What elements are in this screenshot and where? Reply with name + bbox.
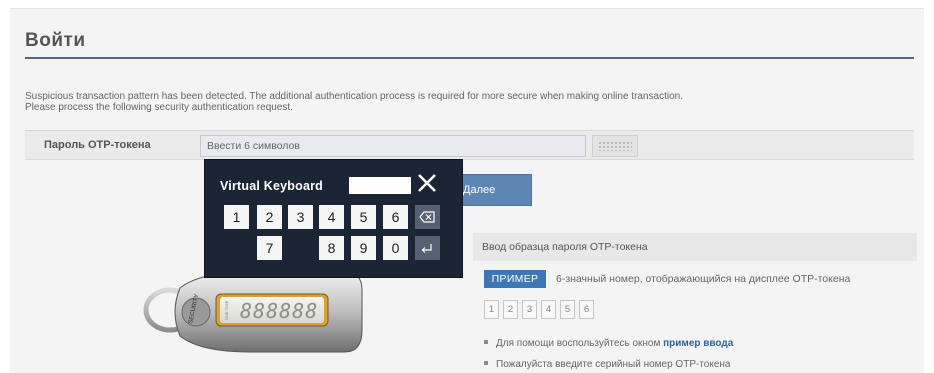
key-7[interactable]: 7 [257, 236, 282, 260]
key-6[interactable]: 6 [383, 205, 408, 229]
key-4[interactable]: 4 [319, 205, 344, 229]
key-1[interactable]: 1 [224, 205, 249, 229]
example-badge: ПРИМЕР [484, 270, 546, 288]
title-divider [25, 57, 914, 59]
example-input-link[interactable]: пример ввода [663, 338, 733, 349]
token-display-digits: 888888 [240, 299, 318, 323]
help-bullet-text: Для помощи воспользуйтесь окном [496, 338, 664, 349]
otp-row: Пароль OTP-токена Ввести 6 символов [25, 130, 914, 160]
virtual-keyboard-display [349, 177, 411, 194]
key-9[interactable]: 9 [351, 236, 376, 260]
example-digit: 1 [484, 300, 499, 319]
next-button[interactable]: Далее [456, 174, 532, 206]
enter-icon [421, 244, 432, 253]
otp-token-illustration: SECURITY ONE TIME 888888 [143, 271, 363, 353]
example-description: 6-значный номер, отображающийся на диспл… [556, 273, 851, 285]
virtual-keyboard-button[interactable] [592, 135, 638, 157]
close-icon[interactable] [415, 171, 439, 195]
key-3[interactable]: 3 [288, 205, 313, 229]
notice-line-2: Please process the following security au… [25, 102, 293, 113]
otp-example-title: Ввод образца пароля OTP-токена [482, 241, 648, 253]
help-bullet-example: Для помощи воспользуйтесь окном пример в… [484, 338, 733, 349]
example-digit: 4 [541, 300, 556, 319]
virtual-keyboard-title: Virtual Keyboard [220, 179, 323, 193]
virtual-keyboard: Virtual Keyboard 1 2 3 4 5 6 7 8 9 0 [204, 159, 463, 278]
backspace-icon [419, 211, 435, 223]
otp-input[interactable]: Ввести 6 символов [200, 135, 586, 157]
otp-example-header: Ввод образца пароля OTP-токена [473, 233, 917, 261]
token-side-label: ONE TIME [224, 300, 229, 320]
key-2[interactable]: 2 [257, 205, 282, 229]
enter-key[interactable] [415, 236, 440, 260]
notice-line-1: Suspicious transaction pattern has been … [25, 91, 683, 102]
backspace-key[interactable] [415, 205, 440, 229]
help-bullet-serial: Пожалуйста введите серийный номер OTP-то… [484, 359, 730, 370]
page-title: Войти [25, 30, 86, 51]
example-digit: 6 [579, 300, 594, 319]
security-notice: Suspicious transaction pattern has been … [25, 91, 905, 113]
example-digit: 2 [503, 300, 518, 319]
example-digits: 1 2 3 4 5 6 [484, 300, 594, 319]
key-5[interactable]: 5 [351, 205, 376, 229]
example-digit: 5 [560, 300, 575, 319]
key-8[interactable]: 8 [319, 236, 344, 260]
example-digit: 3 [522, 300, 537, 319]
otp-label: Пароль OTP-токена [44, 139, 151, 151]
key-0[interactable]: 0 [383, 236, 408, 260]
keyboard-icon [598, 141, 632, 151]
